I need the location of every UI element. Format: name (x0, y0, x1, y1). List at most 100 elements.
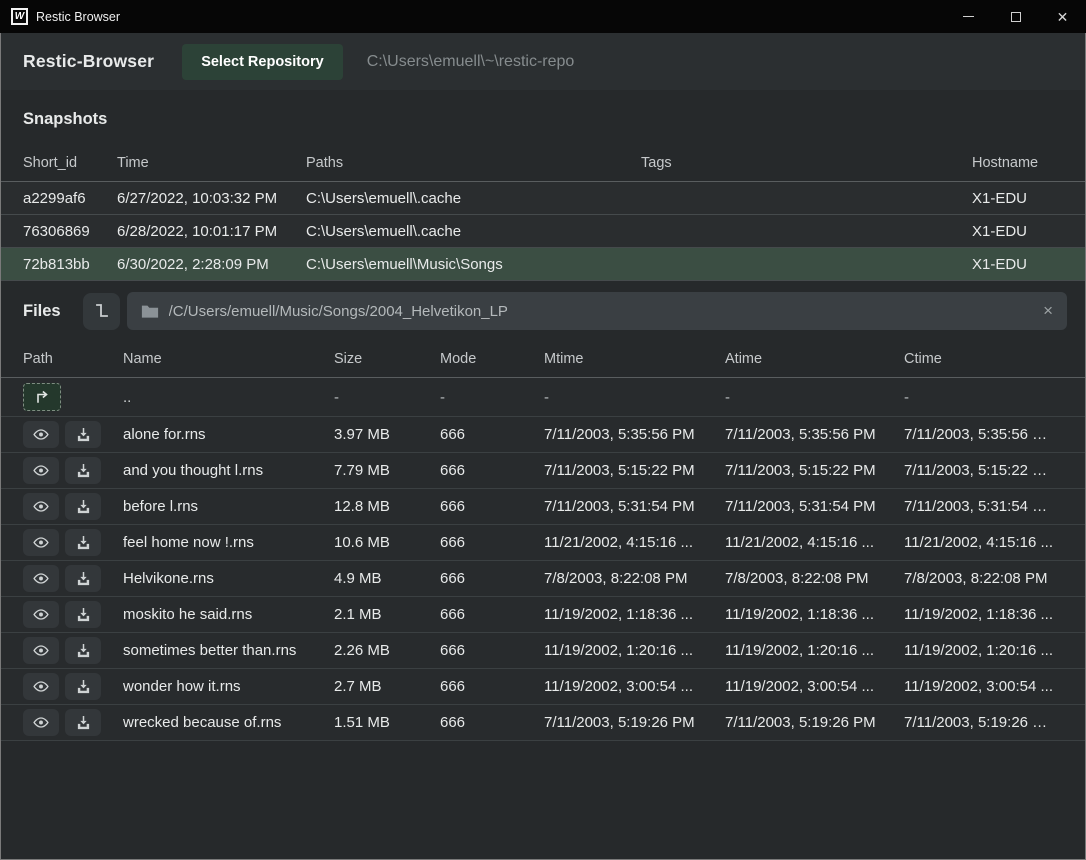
files-heading: Files (23, 302, 61, 321)
col-mtime: Mtime (544, 351, 725, 367)
preview-file-button[interactable] (23, 421, 59, 448)
file-row: sometimes better than.rns 2.26 MB 666 11… (1, 633, 1085, 669)
file-ctime: 11/19/2002, 1:20:16 ... (904, 642, 1063, 659)
snapshot-row[interactable]: 72b813bb 6/30/2022, 2:28:09 PM C:\Users\… (1, 248, 1085, 281)
preview-file-button[interactable] (23, 493, 59, 520)
file-mode: 666 (440, 534, 544, 551)
eye-icon (32, 716, 50, 729)
file-size: 7.79 MB (334, 462, 440, 479)
col-size: Size (334, 351, 440, 367)
go-parent-button[interactable] (23, 383, 61, 411)
preview-file-button[interactable] (23, 457, 59, 484)
col-mode: Mode (440, 351, 544, 367)
snapshot-hostname: X1-EDU (972, 190, 1063, 207)
download-file-button[interactable] (65, 493, 101, 520)
preview-file-button[interactable] (23, 565, 59, 592)
snapshot-paths: C:\Users\emuell\.cache (306, 223, 641, 240)
snapshot-short-id: 76306869 (23, 223, 117, 240)
download-icon (76, 715, 91, 730)
minimize-icon (963, 16, 974, 17)
minimize-button[interactable] (945, 0, 992, 33)
col-time: Time (117, 155, 306, 171)
file-name: wonder how it.rns (123, 678, 334, 695)
title-bar: W Restic Browser ✕ (0, 0, 1086, 33)
file-mtime: 11/19/2002, 3:00:54 ... (544, 678, 725, 695)
download-icon (76, 571, 91, 586)
maximize-button[interactable] (992, 0, 1039, 33)
file-mode: 666 (440, 570, 544, 587)
file-mtime: 7/11/2003, 5:31:54 PM (544, 498, 725, 515)
file-size: 10.6 MB (334, 534, 440, 551)
file-mtime: 11/19/2002, 1:20:16 ... (544, 642, 725, 659)
folder-icon (141, 304, 159, 319)
download-file-button[interactable] (65, 637, 101, 664)
download-icon (76, 679, 91, 694)
preview-file-button[interactable] (23, 709, 59, 736)
col-atime: Atime (725, 351, 904, 367)
col-name: Name (123, 351, 334, 367)
eye-icon (32, 608, 50, 621)
file-size: 12.8 MB (334, 498, 440, 515)
app-window: W Restic Browser ✕ Restic-Browser Select… (0, 0, 1086, 860)
file-atime: 7/11/2003, 5:31:54 PM (725, 498, 904, 515)
file-mtime: 7/11/2003, 5:19:26 PM (544, 714, 725, 731)
tree-root-icon (92, 302, 110, 320)
file-name: moskito he said.rns (123, 606, 334, 623)
download-file-button[interactable] (65, 601, 101, 628)
maximize-icon (1011, 12, 1021, 22)
download-file-button[interactable] (65, 421, 101, 448)
file-row: Helvikone.rns 4.9 MB 666 7/8/2003, 8:22:… (1, 561, 1085, 597)
file-mode: 666 (440, 678, 544, 695)
snapshot-row[interactable]: 76306869 6/28/2022, 10:01:17 PM C:\Users… (1, 215, 1085, 248)
file-mtime: 11/19/2002, 1:18:36 ... (544, 606, 725, 623)
wails-logo-icon: W (11, 8, 28, 25)
download-file-button[interactable] (65, 673, 101, 700)
parent-ctime: - (904, 389, 1063, 406)
download-file-button[interactable] (65, 529, 101, 556)
files-table-header: Path Name Size Mode Mtime Atime Ctime (1, 341, 1085, 378)
preview-file-button[interactable] (23, 601, 59, 628)
col-paths: Paths (306, 155, 641, 171)
file-size: 1.51 MB (334, 714, 440, 731)
close-icon: ✕ (1057, 10, 1069, 24)
preview-file-button[interactable] (23, 673, 59, 700)
file-row: moskito he said.rns 2.1 MB 666 11/19/200… (1, 597, 1085, 633)
file-name: wrecked because of.rns (123, 714, 334, 731)
file-name: Helvikone.rns (123, 570, 334, 587)
preview-file-button[interactable] (23, 529, 59, 556)
select-repository-button[interactable]: Select Repository (182, 44, 343, 80)
download-file-button[interactable] (65, 709, 101, 736)
snapshot-row[interactable]: a2299af6 6/27/2022, 10:03:32 PM C:\Users… (1, 182, 1085, 215)
file-ctime: 7/11/2003, 5:31:54 PM (904, 498, 1063, 515)
file-mode: 666 (440, 426, 544, 443)
eye-icon (32, 500, 50, 513)
file-atime: 11/21/2002, 4:15:16 ... (725, 534, 904, 551)
eye-icon (32, 644, 50, 657)
snapshots-heading: Snapshots (1, 90, 1085, 145)
close-button[interactable]: ✕ (1039, 0, 1086, 33)
file-ctime: 11/19/2002, 3:00:54 ... (904, 678, 1063, 695)
download-icon (76, 643, 91, 658)
file-name: alone for.rns (123, 426, 334, 443)
col-hostname: Hostname (972, 155, 1063, 171)
app-title: Restic-Browser (23, 51, 154, 72)
download-file-button[interactable] (65, 457, 101, 484)
window-controls: ✕ (945, 0, 1086, 33)
file-mode: 666 (440, 498, 544, 515)
file-row: before l.rns 12.8 MB 666 7/11/2003, 5:31… (1, 489, 1085, 525)
current-path-value: /C/Users/emuell/Music/Songs/2004_Helveti… (169, 303, 1033, 320)
download-icon (76, 463, 91, 478)
download-icon (76, 499, 91, 514)
file-ctime: 7/8/2003, 8:22:08 PM (904, 570, 1063, 587)
eye-icon (32, 572, 50, 585)
clear-path-button[interactable]: × (1033, 301, 1053, 321)
snapshot-paths: C:\Users\emuell\.cache (306, 190, 641, 207)
file-mtime: 7/8/2003, 8:22:08 PM (544, 570, 725, 587)
download-file-button[interactable] (65, 565, 101, 592)
file-name: feel home now !.rns (123, 534, 334, 551)
file-size: 2.26 MB (334, 642, 440, 659)
current-path-input[interactable]: /C/Users/emuell/Music/Songs/2004_Helveti… (127, 292, 1067, 330)
preview-file-button[interactable] (23, 637, 59, 664)
tree-root-button[interactable] (83, 293, 120, 330)
parent-name: .. (123, 389, 334, 406)
